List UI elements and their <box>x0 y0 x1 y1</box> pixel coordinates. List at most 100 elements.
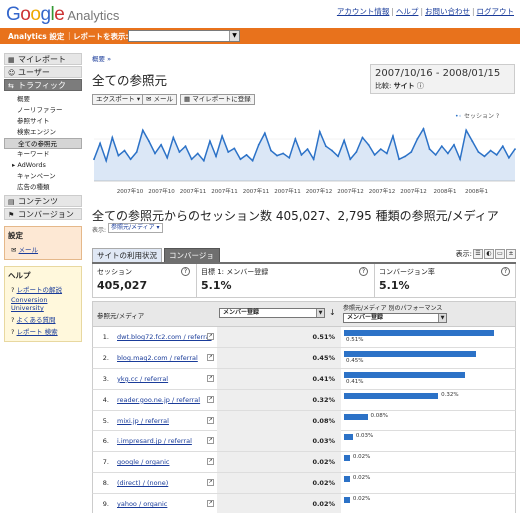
chart-point[interactable] <box>105 159 108 162</box>
chart-point[interactable] <box>483 155 486 158</box>
compare-view-icon[interactable]: ± <box>506 249 516 259</box>
sort-arrow-icon[interactable]: ↓ <box>329 308 336 317</box>
chart-point[interactable] <box>202 159 205 162</box>
chart-point[interactable] <box>111 136 114 139</box>
chart-point[interactable] <box>141 129 144 132</box>
subnav-referral-sites[interactable]: 参照サイト <box>4 116 82 127</box>
chart-point[interactable] <box>495 154 498 156</box>
chart-point[interactable] <box>172 136 175 139</box>
chart-point[interactable] <box>178 151 181 153</box>
chart-point[interactable] <box>276 154 278 157</box>
chart-point[interactable] <box>331 149 333 152</box>
chart-point[interactable] <box>489 149 492 152</box>
external-link-icon[interactable]: ↗ <box>207 479 214 487</box>
contact-link[interactable]: お問い合わせ <box>425 7 470 16</box>
tab-site-usage[interactable]: サイトの利用状況 <box>92 248 162 262</box>
chart-point[interactable] <box>129 158 132 161</box>
chart-point[interactable] <box>514 148 516 150</box>
chart-point[interactable] <box>270 149 272 152</box>
export-button[interactable]: エクスポート ▾ <box>92 94 145 105</box>
chart-point[interactable] <box>294 138 297 140</box>
chart-point[interactable] <box>99 142 102 145</box>
chart-point[interactable] <box>410 151 413 153</box>
external-link-icon[interactable]: ↗ <box>207 353 214 361</box>
help-icon[interactable]: ? <box>359 267 368 276</box>
chart-point[interactable] <box>373 154 376 156</box>
subnav-keywords[interactable]: キーワード <box>4 149 82 160</box>
source-link[interactable]: yahoo / organic <box>117 500 167 508</box>
chart-point[interactable] <box>477 151 480 153</box>
chart-point[interactable] <box>422 127 425 130</box>
chart-point[interactable] <box>300 154 303 156</box>
source-link[interactable]: dwt.blog72.fc2.com / referral <box>117 333 212 341</box>
chart-point[interactable] <box>160 143 163 146</box>
external-link-icon[interactable]: ↗ <box>207 333 214 340</box>
subnav-overview[interactable]: 概要 <box>4 94 82 105</box>
chart-point[interactable] <box>288 156 291 159</box>
help-icon[interactable]: ? <box>501 267 510 276</box>
chart-point[interactable] <box>392 135 394 137</box>
chart-point[interactable] <box>434 154 437 156</box>
nav-traffic[interactable]: ⇆ トラフィック <box>4 79 82 91</box>
chart-point[interactable] <box>166 156 169 159</box>
chart-point[interactable] <box>196 152 199 155</box>
external-link-icon[interactable]: ↗ <box>207 437 214 445</box>
chart-point[interactable] <box>343 139 346 142</box>
help-icon[interactable]: ? <box>181 267 190 276</box>
chart-point[interactable] <box>471 140 474 143</box>
analytics-settings-link[interactable]: Analytics 設定 <box>8 31 64 42</box>
external-link-icon[interactable]: ↗ <box>207 374 214 382</box>
chart-point[interactable] <box>459 158 461 161</box>
nav-users[interactable]: ☺ ユーザー <box>4 66 82 78</box>
source-link[interactable]: mixi.jp / referral <box>117 417 169 425</box>
chart-point[interactable] <box>282 152 285 155</box>
report-select[interactable]: ▼ <box>128 30 240 42</box>
chart-point[interactable] <box>446 152 449 155</box>
email-setting-link[interactable]: ✉ メール <box>11 244 78 254</box>
chart-point[interactable] <box>361 136 364 139</box>
help-link-report-search[interactable]: ? レポート 検索 <box>11 326 78 336</box>
chart-point[interactable] <box>135 151 138 153</box>
chart-point[interactable] <box>398 158 400 161</box>
chart-point[interactable] <box>233 147 236 150</box>
chart-point[interactable] <box>221 135 224 137</box>
account-info-link[interactable]: アカウント情報 <box>337 7 390 16</box>
chart-point[interactable] <box>507 156 510 159</box>
subnav-all-sources[interactable]: 全ての参照元 <box>4 138 82 149</box>
chart-point[interactable] <box>501 145 504 148</box>
chart-point[interactable] <box>324 145 327 148</box>
chart-point[interactable] <box>465 129 468 132</box>
chart-point[interactable] <box>257 143 260 146</box>
chart-point[interactable] <box>312 158 315 161</box>
chart-point[interactable] <box>416 138 419 140</box>
chart-point[interactable] <box>154 152 156 155</box>
chart-point[interactable] <box>215 155 217 158</box>
breadcrumb[interactable]: 概要 » <box>92 53 111 63</box>
metric-column-select[interactable]: メンバー登録 ▼ <box>219 308 325 318</box>
chart-point[interactable] <box>93 158 95 161</box>
chart-point[interactable] <box>318 130 321 133</box>
bar-view-icon[interactable]: ▭ <box>495 249 505 259</box>
nav-conversion[interactable]: ⚑ コンバージョン <box>4 208 82 220</box>
source-link[interactable]: ykg.cc / referral <box>117 375 168 383</box>
source-link[interactable]: i.impresard.jp / referral <box>117 437 192 445</box>
add-to-dashboard-button[interactable]: ▦ マイレポートに登録 <box>180 94 255 105</box>
chart-point[interactable] <box>306 148 309 150</box>
subnav-campaigns[interactable]: キャンペーン <box>4 171 82 182</box>
dimension-select[interactable]: 参照元/メディア ▾ <box>108 223 163 233</box>
chart-point[interactable] <box>245 154 248 156</box>
chart-point[interactable] <box>355 151 358 153</box>
source-link[interactable]: reader.goo.ne.jp / referral <box>117 396 200 404</box>
chart-point[interactable] <box>385 152 388 155</box>
chart-point[interactable] <box>404 155 407 158</box>
chart-point[interactable] <box>209 140 211 143</box>
external-link-icon[interactable]: ↗ <box>207 416 214 424</box>
source-link[interactable]: google / organic <box>117 458 169 466</box>
help-link-faq[interactable]: ? よくある質問 <box>11 314 78 324</box>
chart-point[interactable] <box>379 148 382 150</box>
subnav-adwords[interactable]: ▸ AdWords <box>4 160 82 171</box>
chart-point[interactable] <box>227 151 230 153</box>
date-range-picker[interactable]: 2007/10/16 - 2008/01/15 比較: サイト ⓘ <box>370 64 515 94</box>
source-link[interactable]: blog.mag2.com / referral <box>117 354 198 362</box>
help-link-report-guide[interactable]: ? レポートの解説 <box>11 284 78 294</box>
